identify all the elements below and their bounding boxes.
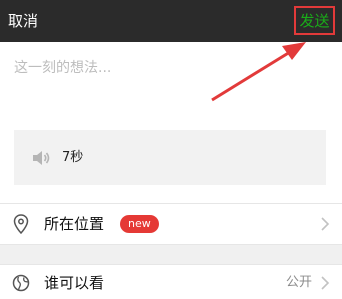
post-text-input[interactable]: 这一刻的想法...: [14, 58, 111, 78]
send-button[interactable]: 发送: [299, 11, 329, 31]
compose-moment-screen: 取消 发送 这一刻的想法... 7秒 所在位置 new 谁可以看 公开: [0, 0, 342, 299]
location-pin-icon: [13, 214, 29, 234]
top-bar: 取消 发送: [0, 0, 342, 42]
location-row[interactable]: 所在位置 new: [0, 204, 342, 244]
voice-duration: 7秒: [62, 150, 84, 165]
visibility-label: 谁可以看: [44, 274, 105, 292]
globe-icon: [12, 274, 30, 292]
visibility-value: 公开: [285, 275, 312, 290]
chevron-right-icon: [321, 217, 330, 231]
speaker-icon: [33, 151, 50, 165]
section-spacer: [0, 245, 342, 264]
visibility-row[interactable]: 谁可以看 公开: [0, 263, 342, 299]
voice-message[interactable]: 7秒: [14, 130, 326, 185]
send-button-highlight: 发送: [294, 6, 335, 35]
new-badge: new: [120, 215, 159, 233]
chevron-right-icon: [321, 276, 330, 290]
cancel-button[interactable]: 取消: [8, 10, 38, 32]
location-label: 所在位置: [44, 215, 105, 233]
